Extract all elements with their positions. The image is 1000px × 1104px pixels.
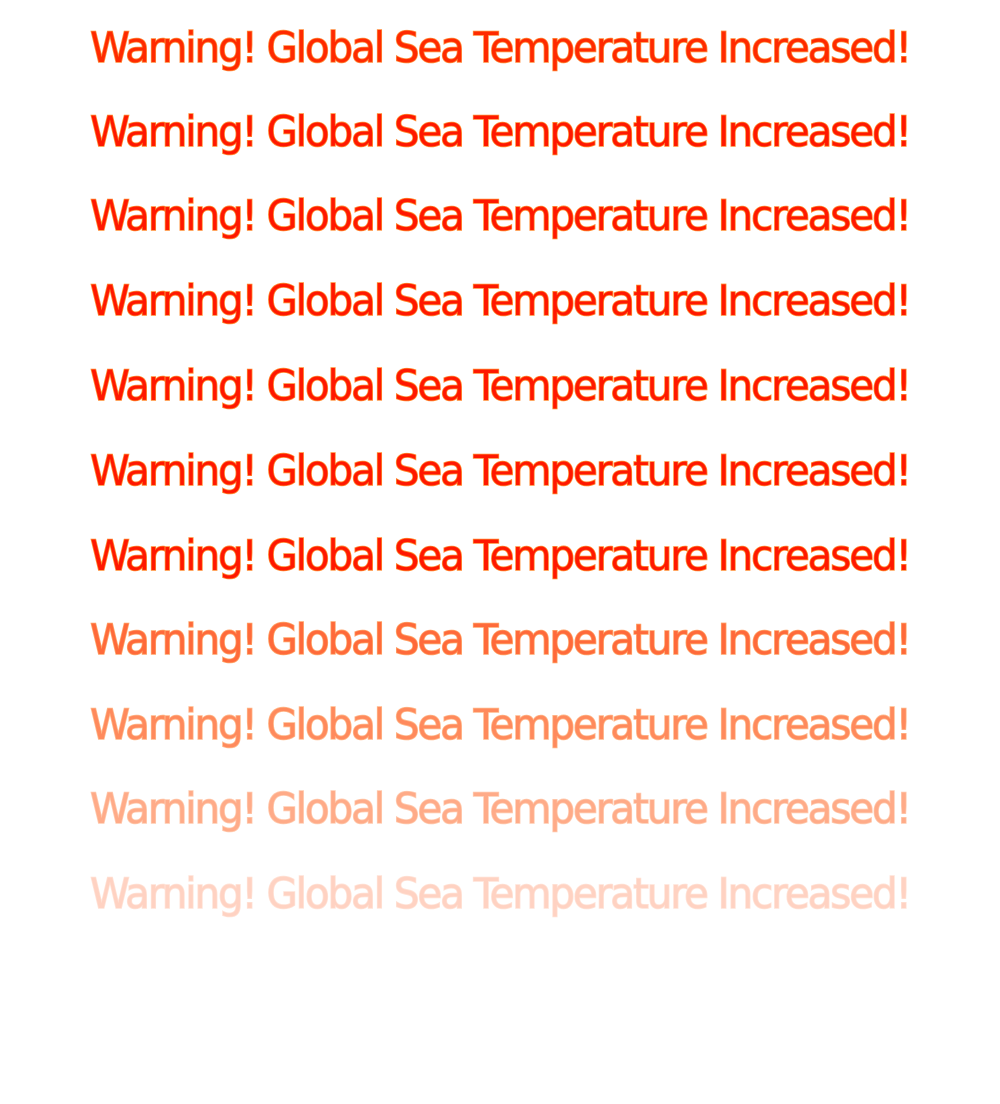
warning-line-11: Warning! Global Sea Temperature Increase…	[89, 868, 912, 919]
warning-line-10: Warning! Global Sea Temperature Increase…	[89, 783, 912, 834]
warning-line-3: Warning! Global Sea Temperature Increase…	[89, 190, 912, 241]
warning-line-1: Warning! Global Sea Temperature Increase…	[89, 22, 912, 73]
warning-line-9: Warning! Global Sea Temperature Increase…	[89, 699, 912, 750]
warning-line-8: Warning! Global Sea Temperature Increase…	[89, 614, 912, 665]
warning-line-6: Warning! Global Sea Temperature Increase…	[89, 445, 912, 496]
warning-list: Warning! Global Sea Temperature Increase…	[0, 0, 1000, 1104]
warning-line-2: Warning! Global Sea Temperature Increase…	[89, 106, 912, 157]
warning-line-4: Warning! Global Sea Temperature Increase…	[89, 275, 912, 326]
warning-line-5: Warning! Global Sea Temperature Increase…	[89, 360, 912, 411]
warning-line-7: Warning! Global Sea Temperature Increase…	[89, 530, 912, 581]
